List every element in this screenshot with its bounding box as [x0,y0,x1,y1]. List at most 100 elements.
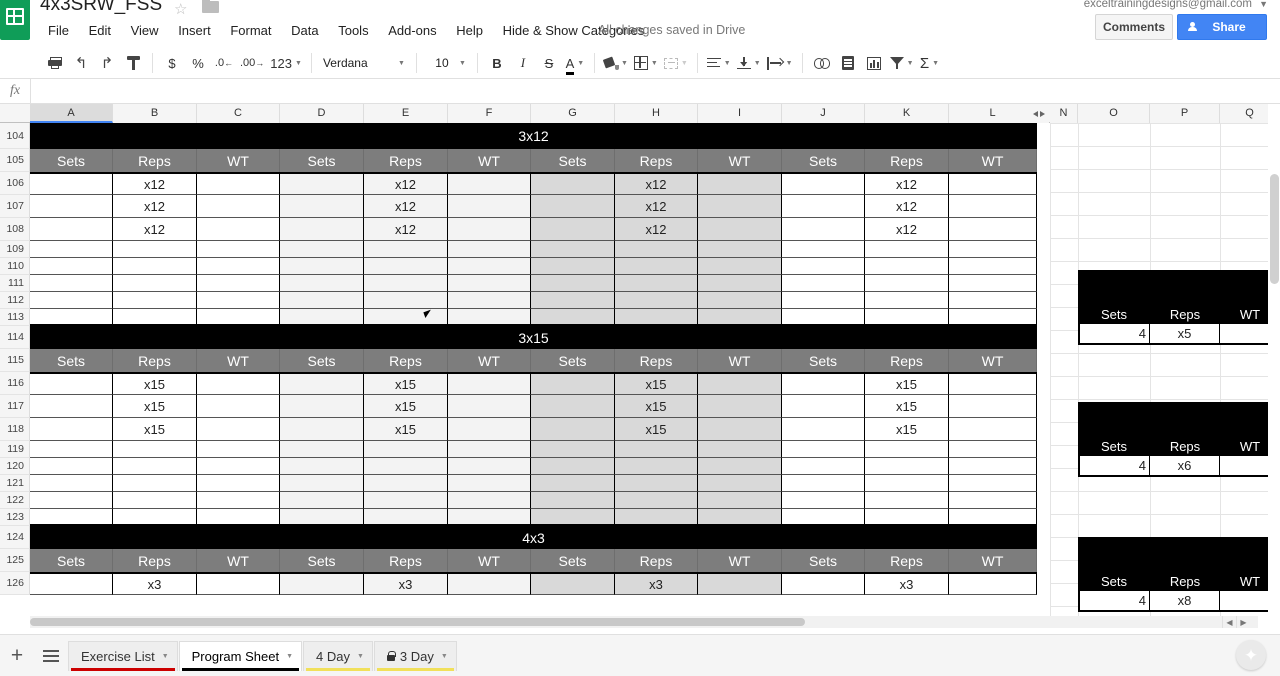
chevron-down-icon[interactable]: ▼ [441,653,448,660]
italic-button[interactable]: I [510,50,536,76]
chevron-down-icon[interactable]: ▼ [357,653,364,660]
block-4-header-wt[interactable]: WT [949,549,1037,572]
text-color-button[interactable]: A ▼ [562,50,588,76]
cell-112-C[interactable] [197,292,280,309]
cell-120-G[interactable] [531,458,615,475]
cell-116-C[interactable] [197,372,280,395]
cell-110-I[interactable] [698,258,782,275]
menu-item-tools[interactable]: Tools [330,21,376,40]
cell-119-B[interactable] [113,441,197,458]
text-wrapping-button[interactable]: ▼ [764,50,796,76]
cell-118-I[interactable] [698,418,782,441]
insert-link-button[interactable] [809,50,835,76]
cell-116-B[interactable]: x15 [113,372,197,395]
cell-106-D[interactable] [280,172,364,195]
column-header-j[interactable]: J [782,104,865,123]
scroll-nav-arrows[interactable]: ◀ ▶ [1222,616,1250,628]
cell-119-L[interactable] [949,441,1037,458]
explore-button[interactable]: ✦ [1236,640,1266,670]
cell-112-L[interactable] [949,292,1037,309]
cell-126-I[interactable] [698,572,782,595]
cell-119-J[interactable] [782,441,865,458]
block-2-header-reps[interactable]: Reps [364,349,448,372]
sheets-logo-icon[interactable] [0,0,30,40]
block-1-header-wt[interactable]: WT [197,349,280,372]
fill-color-button[interactable]: ▼ [601,50,631,76]
cell-118-D[interactable] [280,418,364,441]
row-header-125[interactable]: 125 [0,549,30,572]
cell-118-A[interactable] [30,418,113,441]
cell-120-K[interactable] [865,458,949,475]
paint-format-button[interactable] [120,50,146,76]
currency-format-button[interactable]: $ [159,50,185,76]
cell-117-H[interactable]: x15 [615,395,698,418]
cell-121-K[interactable] [865,475,949,492]
side-table-3-value-reps[interactable]: x8 [1150,591,1220,612]
block-4-header-reps[interactable]: Reps [865,349,949,372]
block-2-header-sets[interactable]: Sets [280,149,364,172]
cell-117-B[interactable]: x15 [113,395,197,418]
menu-item-format[interactable]: Format [222,21,279,40]
cell-109-L[interactable] [949,241,1037,258]
cell-116-K[interactable]: x15 [865,372,949,395]
expand-left-icon[interactable] [1032,110,1038,117]
cell-118-B[interactable]: x15 [113,418,197,441]
cell-108-A[interactable] [30,218,113,241]
expand-right-icon[interactable] [1039,110,1045,117]
side-table-2-header-reps[interactable]: Reps [1150,432,1220,456]
cell-120-I[interactable] [698,458,782,475]
cell-112-H[interactable] [615,292,698,309]
block-2-header-reps[interactable]: Reps [364,549,448,572]
filter-button[interactable]: ▼ [887,50,917,76]
cell-112-K[interactable] [865,292,949,309]
cell-121-H[interactable] [615,475,698,492]
vertical-scrollbar[interactable] [1268,104,1280,628]
cell-121-E[interactable] [364,475,448,492]
cell-121-B[interactable] [113,475,197,492]
percent-format-button[interactable]: % [185,50,211,76]
cell-117-F[interactable] [448,395,531,418]
undo-button[interactable]: ↰ [68,50,94,76]
cell-108-K[interactable]: x12 [865,218,949,241]
cell-116-A[interactable] [30,372,113,395]
cell-126-G[interactable] [531,572,615,595]
cell-119-I[interactable] [698,441,782,458]
cell-122-B[interactable] [113,492,197,509]
cell-108-G[interactable] [531,218,615,241]
horizontal-align-button[interactable]: ▼ [704,50,734,76]
block-2-header-sets[interactable]: Sets [280,549,364,572]
cell-122-K[interactable] [865,492,949,509]
cell-107-I[interactable] [698,195,782,218]
cell-121-F[interactable] [448,475,531,492]
cell-117-L[interactable] [949,395,1037,418]
block-1-header-reps[interactable]: Reps [113,549,197,572]
block-3-header-sets[interactable]: Sets [531,149,615,172]
column-header-h[interactable]: H [615,104,698,123]
cell-116-D[interactable] [280,372,364,395]
row-header-123[interactable]: 123 [0,509,30,526]
cell-110-K[interactable] [865,258,949,275]
cell-111-H[interactable] [615,275,698,292]
side-table-1-value-reps[interactable]: x5 [1150,324,1220,345]
cell-119-F[interactable] [448,441,531,458]
cell-110-C[interactable] [197,258,280,275]
cell-107-A[interactable] [30,195,113,218]
cell-108-L[interactable] [949,218,1037,241]
functions-button[interactable]: Σ ▼ [917,50,943,76]
side-table-3-header-sets[interactable]: Sets [1078,567,1150,591]
row-header-104[interactable]: 104 [0,123,30,149]
block-1-header-reps[interactable]: Reps [113,149,197,172]
cell-112-G[interactable] [531,292,615,309]
column-header-p[interactable]: P [1150,104,1220,123]
row-header-112[interactable]: 112 [0,292,30,309]
cell-109-F[interactable] [448,241,531,258]
block-3-header-wt[interactable]: WT [698,149,782,172]
block-4-header-sets[interactable]: Sets [782,549,865,572]
sheet-tab-4-day[interactable]: 4 Day ▼ [303,640,373,671]
cell-120-E[interactable] [364,458,448,475]
cell-122-C[interactable] [197,492,280,509]
row-header-107[interactable]: 107 [0,195,30,218]
cell-111-C[interactable] [197,275,280,292]
cell-109-E[interactable] [364,241,448,258]
cell-107-D[interactable] [280,195,364,218]
